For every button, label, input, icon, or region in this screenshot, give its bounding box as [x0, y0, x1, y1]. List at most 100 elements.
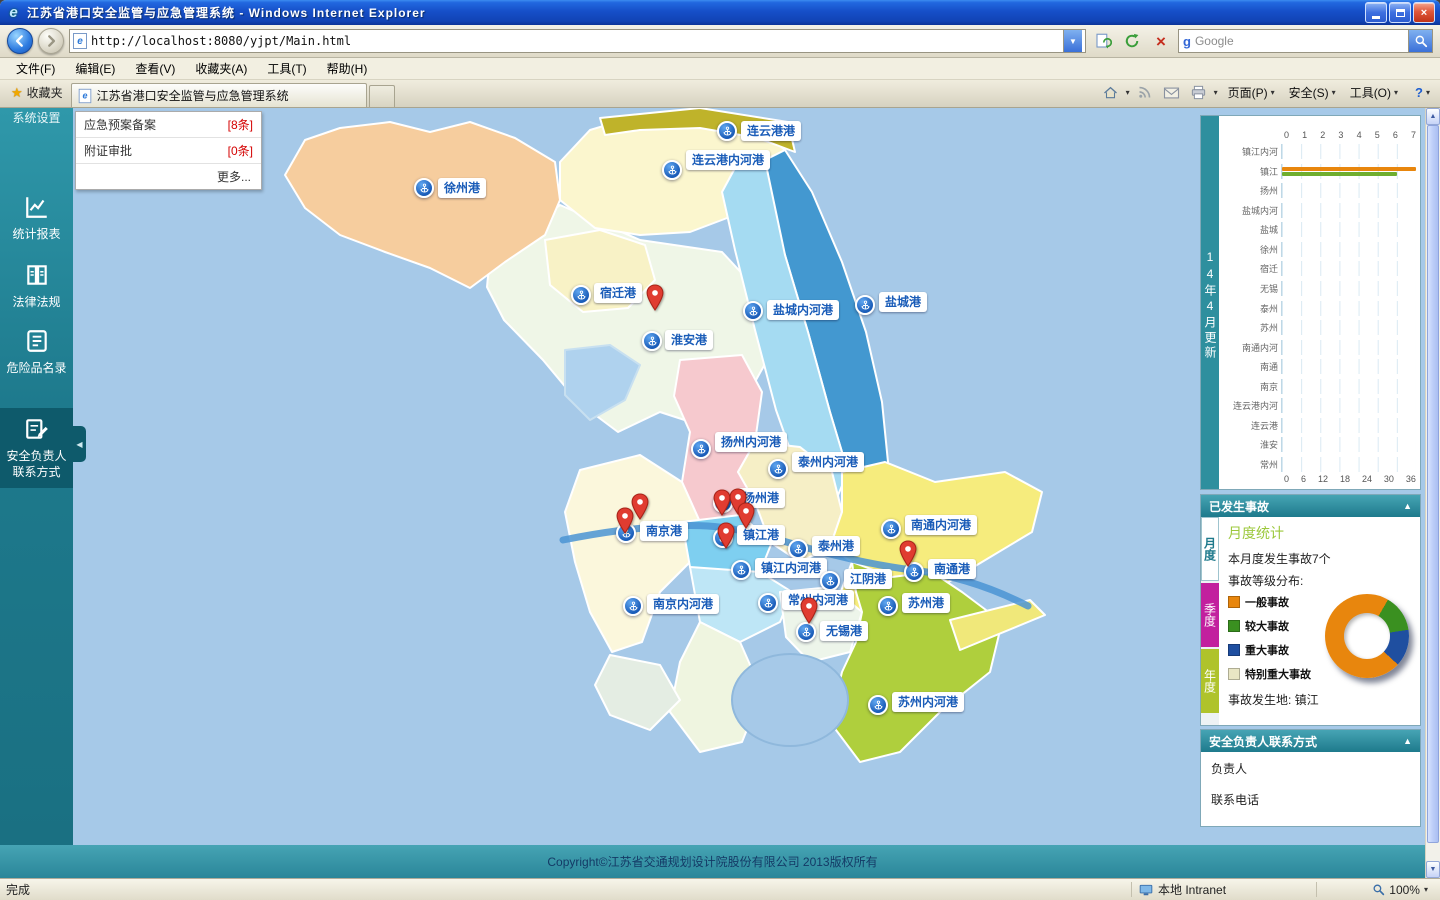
- port-label[interactable]: 南京内河港: [647, 594, 719, 614]
- back-button[interactable]: [7, 28, 33, 54]
- address-field[interactable]: e http://localhost:8080/yjpt/Main.html ▼: [69, 29, 1086, 53]
- read-mail-button[interactable]: [1160, 83, 1184, 103]
- search-box[interactable]: g Google: [1178, 29, 1433, 53]
- scroll-up-button[interactable]: ▲: [1426, 108, 1440, 125]
- sidebar-item-安全负责人联系方式[interactable]: 安全负责人联系方式: [0, 408, 73, 488]
- address-dropdown-button[interactable]: ▼: [1063, 30, 1082, 52]
- accident-tab-年度[interactable]: 年度: [1201, 649, 1219, 713]
- chart-plot-cell: [1281, 457, 1416, 472]
- scrollbar-thumb[interactable]: [1427, 125, 1439, 843]
- port-anchor-icon[interactable]: [414, 178, 434, 198]
- port-anchor-icon[interactable]: [855, 295, 875, 315]
- port-anchor-icon[interactable]: [571, 285, 591, 305]
- refresh-button[interactable]: [1120, 29, 1144, 53]
- printer-icon: [1190, 85, 1207, 100]
- menu-item[interactable]: 查看(V): [125, 57, 185, 80]
- help-menu[interactable]: ?▾: [1408, 83, 1437, 102]
- accident-pin-icon[interactable]: [799, 597, 819, 624]
- port-label[interactable]: 泰州内河港: [792, 452, 864, 472]
- port-anchor-icon[interactable]: [662, 160, 682, 180]
- port-label[interactable]: 苏州港: [902, 593, 950, 613]
- restore-button[interactable]: [1389, 2, 1411, 23]
- port-label[interactable]: 南通港: [928, 559, 976, 579]
- port-anchor-icon[interactable]: [868, 695, 888, 715]
- compatibility-view-button[interactable]: [1091, 29, 1115, 53]
- forward-button[interactable]: [38, 28, 64, 54]
- port-label[interactable]: 泰州港: [812, 536, 860, 556]
- port-anchor-icon[interactable]: [788, 539, 808, 559]
- close-button[interactable]: ×: [1413, 2, 1435, 23]
- port-anchor-icon[interactable]: [691, 439, 711, 459]
- print-caret-icon[interactable]: ▾: [1214, 88, 1218, 97]
- more-link[interactable]: 更多...: [76, 164, 261, 189]
- minimize-button[interactable]: [1365, 2, 1387, 23]
- home-caret-icon[interactable]: ▾: [1126, 88, 1130, 97]
- port-anchor-icon[interactable]: [717, 121, 737, 141]
- port-label[interactable]: 苏州内河港: [892, 692, 964, 712]
- accident-pin-icon[interactable]: [736, 502, 756, 529]
- search-input[interactable]: Google: [1195, 34, 1404, 48]
- port-anchor-icon[interactable]: [623, 596, 643, 616]
- port-label[interactable]: 徐州港: [438, 178, 486, 198]
- toolbar-menu[interactable]: 工具(O)▾: [1343, 82, 1405, 103]
- port-anchor-icon[interactable]: [642, 331, 662, 351]
- sidebar-collapse-handle[interactable]: ◀: [73, 426, 86, 462]
- port-anchor-icon[interactable]: [878, 596, 898, 616]
- search-button[interactable]: [1408, 30, 1432, 52]
- port-label[interactable]: 江阴港: [844, 569, 892, 589]
- contact-panel-header[interactable]: 安全负责人联系方式 ▲: [1201, 730, 1420, 752]
- accident-tab-月度[interactable]: 月度: [1201, 517, 1219, 581]
- port-anchor-icon[interactable]: [881, 519, 901, 539]
- port-anchor-icon[interactable]: [743, 301, 763, 321]
- port-label[interactable]: 南通内河港: [905, 515, 977, 535]
- print-button[interactable]: [1187, 83, 1211, 103]
- accident-pin-icon[interactable]: [645, 284, 665, 311]
- toolbar-menu[interactable]: 页面(P)▾: [1221, 82, 1282, 103]
- port-label[interactable]: 南京港: [640, 521, 688, 541]
- port-label[interactable]: 盐城内河港: [767, 300, 839, 320]
- port-label[interactable]: 无锡港: [820, 621, 868, 641]
- port-label[interactable]: 淮安港: [665, 330, 713, 350]
- accident-tab-季度[interactable]: 季度: [1201, 583, 1219, 647]
- vertical-scrollbar[interactable]: ▲ ▼: [1425, 108, 1440, 878]
- port-label[interactable]: 扬州内河港: [715, 432, 787, 452]
- port-anchor-icon[interactable]: [820, 571, 840, 591]
- port-label[interactable]: 盐城港: [879, 292, 927, 312]
- accidents-panel-header[interactable]: 已发生事故 ▲: [1201, 495, 1420, 517]
- sidebar-item-危险品名录[interactable]: 危险品名录: [0, 320, 73, 384]
- port-label[interactable]: 镇江内河港: [755, 558, 827, 578]
- port-anchor-icon[interactable]: [796, 622, 816, 642]
- toolbar-menu[interactable]: 安全(S)▾: [1282, 82, 1343, 103]
- sidebar-item-法律法规[interactable]: 法律法规: [0, 254, 73, 318]
- port-anchor-icon[interactable]: [768, 459, 788, 479]
- sidebar-item-system-settings[interactable]: 系统设置: [0, 108, 73, 126]
- url-text[interactable]: http://localhost:8080/yjpt/Main.html: [91, 34, 1059, 48]
- home-button[interactable]: [1099, 83, 1123, 103]
- active-tab[interactable]: e 江苏省港口安全监管与应急管理系统: [71, 83, 367, 107]
- port-label[interactable]: 连云港内河港: [686, 150, 770, 170]
- collapse-arrow-icon[interactable]: ▲: [1403, 736, 1412, 746]
- scroll-down-button[interactable]: ▼: [1426, 861, 1440, 878]
- zoom-control[interactable]: 100% ▾: [1324, 883, 1434, 897]
- accident-pin-icon[interactable]: [615, 507, 635, 534]
- zoom-caret-icon[interactable]: ▾: [1424, 885, 1428, 894]
- accident-pin-icon[interactable]: [898, 540, 918, 567]
- menu-item[interactable]: 编辑(E): [65, 57, 125, 80]
- sidebar-item-统计报表[interactable]: 统计报表: [0, 186, 73, 250]
- menu-item[interactable]: 收藏夹(A): [185, 57, 257, 80]
- collapse-arrow-icon[interactable]: ▲: [1403, 501, 1412, 511]
- feeds-button[interactable]: [1133, 83, 1157, 103]
- menu-item[interactable]: 帮助(H): [317, 57, 378, 80]
- favorites-button[interactable]: ★ 收藏夹: [3, 80, 71, 107]
- quick-link-row[interactable]: 附证审批[0条]: [76, 138, 261, 164]
- port-label[interactable]: 宿迁港: [594, 283, 642, 303]
- menu-item[interactable]: 工具(T): [257, 57, 316, 80]
- menu-item[interactable]: 文件(F): [6, 57, 65, 80]
- stop-button[interactable]: ×: [1149, 29, 1173, 53]
- port-label[interactable]: 连云港港: [741, 121, 801, 141]
- new-tab-stub[interactable]: [369, 85, 395, 107]
- port-anchor-icon[interactable]: [731, 560, 751, 580]
- port-anchor-icon[interactable]: [758, 593, 778, 613]
- accident-pin-icon[interactable]: [716, 522, 736, 549]
- quick-link-row[interactable]: 应急预案备案[8条]: [76, 112, 261, 138]
